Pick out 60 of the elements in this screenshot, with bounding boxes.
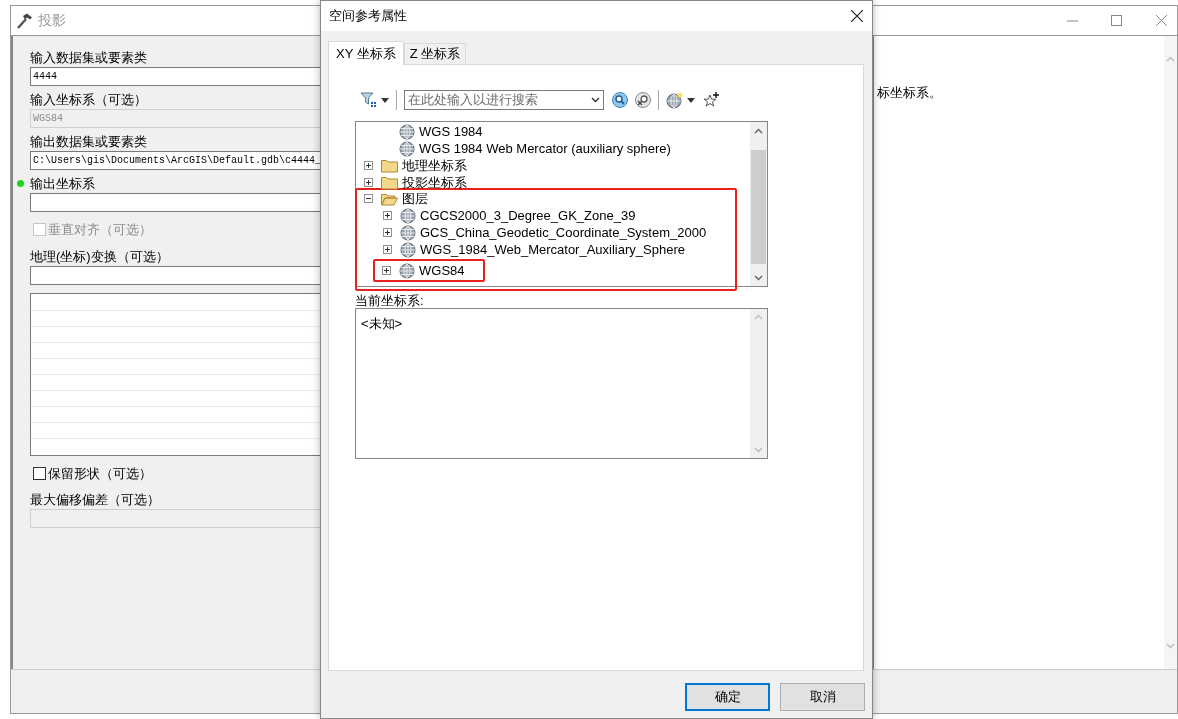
field-label: 当前坐标系:: [355, 293, 424, 308]
field-label: 输出坐标系: [30, 175, 95, 193]
scroll-down-icon[interactable]: [754, 274, 763, 281]
expand-icon[interactable]: [382, 266, 391, 275]
tree-item[interactable]: 图层: [402, 190, 428, 207]
field-label: 输入坐标系（可选）: [30, 91, 147, 109]
expand-icon[interactable]: [364, 178, 373, 187]
tree-item[interactable]: WGS84: [419, 262, 465, 279]
expand-icon[interactable]: [364, 161, 373, 170]
dialog-button[interactable]: 确定: [685, 683, 770, 711]
caret-icon[interactable]: [381, 97, 389, 103]
text-area[interactable]: <未知>: [355, 308, 768, 459]
field-label: 最大偏移偏差（可选）: [30, 491, 160, 509]
checkbox[interactable]: [33, 466, 46, 480]
tab[interactable]: Z 坐标系: [403, 43, 467, 64]
help-text: 标坐标系。: [877, 85, 942, 100]
field-label: 地理(坐标)变换（可选）: [30, 247, 169, 266]
tree-item[interactable]: GCS_China_Geodetic_Coordinate_System_2000: [420, 224, 707, 241]
folder-icon: [381, 158, 398, 173]
checkbox-label: 垂直对齐（可选）: [48, 221, 152, 239]
checkbox-label: 保留形状（可选）: [48, 464, 152, 483]
expand-icon[interactable]: [383, 228, 392, 237]
filter-icon[interactable]: [360, 91, 378, 109]
globe-icon: [400, 207, 416, 224]
tree-item[interactable]: WGS 1984: [419, 123, 483, 140]
tree-item[interactable]: 地理坐标系: [402, 157, 467, 174]
search-icon[interactable]: [612, 92, 628, 108]
scroll-thumb[interactable]: [751, 150, 766, 264]
dropdown-icon[interactable]: [591, 97, 600, 103]
expand-icon[interactable]: [383, 211, 392, 220]
globe-icon: [399, 123, 415, 140]
globe-icon: [399, 140, 415, 157]
dialog-button[interactable]: 取消: [780, 683, 865, 711]
expand-icon[interactable]: [383, 245, 392, 254]
close-icon[interactable]: [851, 10, 863, 22]
hammer-icon: [16, 12, 34, 29]
collapse-icon[interactable]: [364, 194, 373, 203]
current-value: <未知>: [361, 316, 403, 331]
scrollbar[interactable]: [750, 122, 767, 286]
tree-item[interactable]: 投影坐标系: [402, 174, 467, 191]
globe-icon[interactable]: [666, 91, 683, 109]
field-label: 输出数据集或要素类: [30, 133, 147, 151]
clear-search-icon[interactable]: [635, 92, 651, 108]
folder-icon: [381, 175, 398, 190]
globe-icon: [400, 224, 416, 241]
add-favorite-icon[interactable]: [703, 92, 719, 108]
globe-icon: [400, 241, 416, 258]
open-folder-icon: [381, 191, 398, 206]
scroll-up-icon[interactable]: [754, 127, 763, 134]
tab[interactable]: XY 坐标系: [328, 41, 404, 65]
maximize-icon[interactable]: [1111, 15, 1122, 26]
window-title: 投影: [38, 11, 66, 30]
search-field[interactable]: 在此处输入以进行搜索: [404, 90, 604, 110]
caret-icon[interactable]: [687, 97, 695, 103]
field-label: 输入数据集或要素类: [30, 49, 147, 67]
dialog-title: 空间参考属性: [329, 7, 407, 26]
tree-item[interactable]: CGCS2000_3_Degree_GK_Zone_39: [420, 207, 636, 224]
tree-item[interactable]: WGS 1984 Web Mercator (auxiliary sphere): [419, 140, 671, 157]
globe-icon: [399, 262, 415, 279]
tree-item[interactable]: WGS_1984_Web_Mercator_Auxiliary_Sphere: [420, 241, 685, 258]
